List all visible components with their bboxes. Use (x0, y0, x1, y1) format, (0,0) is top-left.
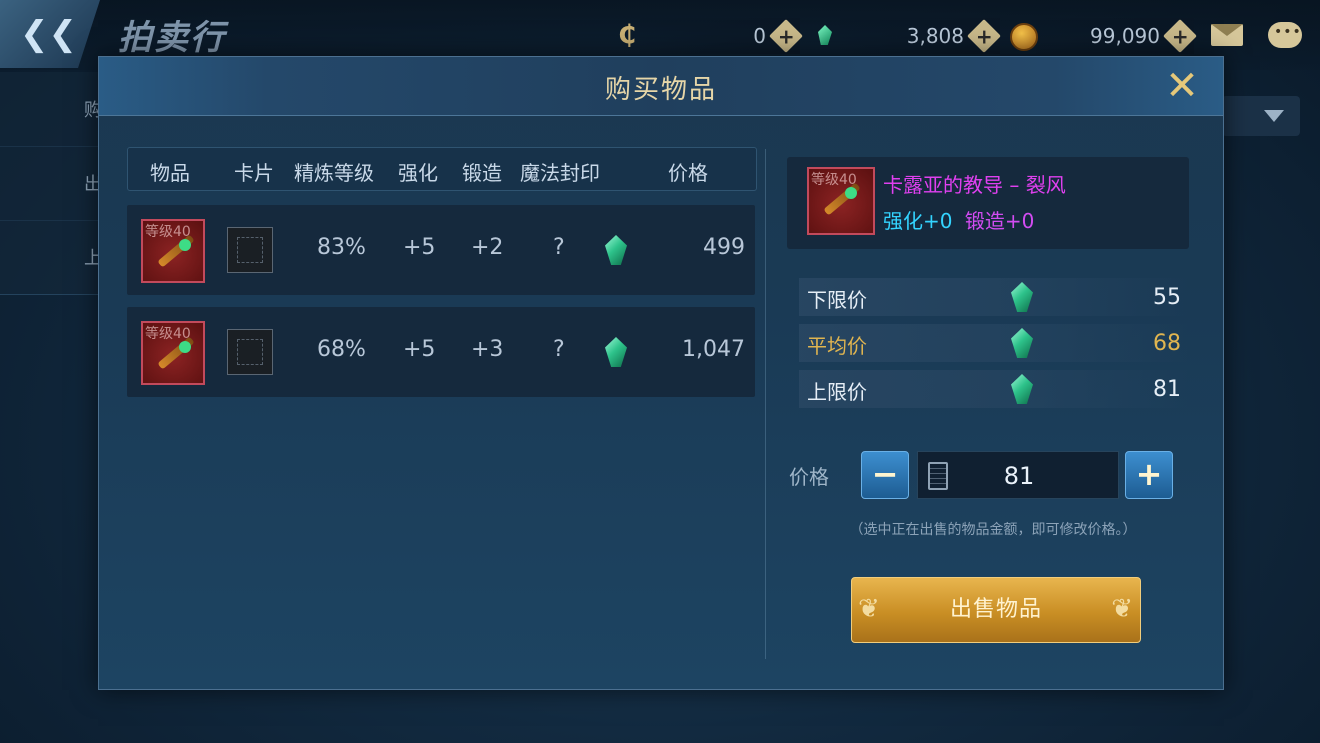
currency-value: 3,808 (906, 24, 964, 48)
gold-coin-icon (1010, 23, 1038, 51)
decrease-price-button[interactable]: − (861, 451, 909, 499)
column-header: 物品 (150, 161, 190, 185)
selected-item-stats: 强化+0 锻造+0 (883, 205, 1034, 234)
forge-value: +2 (471, 235, 504, 260)
min-price-label: 下限价 (807, 288, 867, 312)
increase-price-button[interactable]: + (1125, 451, 1173, 499)
ornament-icon: ❦ (858, 594, 881, 624)
side-tab-sell[interactable]: 出 (0, 146, 102, 221)
enhance-stat: 强化+0 (883, 209, 953, 233)
column-header: 精炼等级 (294, 161, 374, 185)
column-header: 卡片 (234, 161, 274, 185)
currency-2: 99,090 + (1060, 18, 1197, 54)
table-row[interactable]: 等级40 68% +5 +3 ? 1,047 (127, 307, 755, 397)
currency-0: 0 + (700, 18, 803, 54)
price-value: 499 (703, 235, 745, 260)
buy-item-dialog: 购买物品 ✕ 物品 卡片 精炼等级 强化 锻造 魔法封印 价格 等级40 83%… (98, 56, 1224, 690)
currency-value: 0 (753, 24, 766, 48)
c-currency-icon: ₵ (618, 20, 637, 50)
mail-icon[interactable] (1211, 24, 1243, 46)
refine-level: 83% (317, 235, 366, 260)
staff-item-icon: 等级40 (141, 219, 205, 283)
price-hint: （选中正在出售的物品金额，即可修改价格。） (849, 522, 1137, 538)
selected-item-name: 卡露亚的教导 – 裂风 (883, 173, 1066, 197)
enhance-value: +5 (403, 337, 436, 362)
plus-icon: + (777, 23, 795, 48)
green-gem-icon (1011, 374, 1033, 404)
chat-icon[interactable] (1268, 22, 1302, 48)
magic-seal-value: ? (553, 337, 565, 362)
column-header: 强化 (398, 161, 438, 185)
column-header: 魔法封印 (520, 161, 600, 185)
staff-item-icon: 等级40 (807, 167, 875, 235)
dialog-header: 购买物品 ✕ (99, 57, 1223, 116)
price-label: 价格 (789, 465, 829, 489)
currency-value: 99,090 (1090, 24, 1160, 48)
green-gem-icon (1011, 328, 1033, 358)
ornament-icon: ❦ (1111, 594, 1134, 624)
price-value: 1,047 (682, 337, 745, 362)
avg-price-label: 平均价 (807, 334, 867, 358)
plus-icon: + (975, 23, 993, 48)
back-arrow-icon: ❮❮ (20, 14, 77, 54)
column-header: 锻造 (462, 161, 502, 185)
staff-item-icon: 等级40 (141, 321, 205, 385)
sell-button-label: 出售物品 (949, 597, 1042, 622)
magic-seal-value: ? (553, 235, 565, 260)
max-price-label: 上限价 (807, 380, 867, 404)
green-gem-icon (818, 25, 832, 45)
max-price-value: 81 (1153, 377, 1181, 402)
avg-price-row: 平均价 68 (799, 324, 1189, 362)
side-tab-listed[interactable]: 上 (0, 220, 102, 295)
add-currency-button[interactable]: + (967, 19, 1001, 53)
dialog-title: 购买物品 (604, 75, 717, 105)
selected-item-panel: 等级40 卡露亚的教导 – 裂风 强化+0 锻造+0 (787, 157, 1189, 249)
page-title: 拍卖行 (118, 18, 226, 58)
green-gem-icon (1011, 282, 1033, 312)
add-currency-button[interactable]: + (769, 19, 803, 53)
card-slot-icon (227, 329, 273, 375)
add-currency-button[interactable]: + (1163, 19, 1197, 53)
close-icon[interactable]: ✕ (1163, 66, 1201, 106)
sell-item-button[interactable]: ❦ 出售物品 ❦ (851, 577, 1141, 643)
max-price-row: 上限价 81 (799, 370, 1189, 408)
price-input[interactable]: 81 (917, 451, 1119, 499)
column-header: 价格 (668, 161, 708, 185)
green-gem-icon (605, 235, 627, 265)
forge-stat: 锻造+0 (964, 209, 1035, 233)
table-header: 物品 卡片 精炼等级 强化 锻造 魔法封印 价格 (127, 147, 757, 191)
plus-icon: + (1171, 23, 1189, 48)
filter-dropdown[interactable] (1222, 96, 1300, 136)
min-price-row: 下限价 55 (799, 278, 1189, 316)
enhance-value: +5 (403, 235, 436, 260)
back-button[interactable]: ❮❮ (0, 0, 100, 68)
min-price-value: 55 (1153, 285, 1181, 310)
side-tab-buy[interactable]: 购 (0, 72, 102, 147)
price-input-value: 81 (1003, 462, 1035, 490)
forge-value: +3 (471, 337, 504, 362)
table-row[interactable]: 等级40 83% +5 +2 ? 499 (127, 205, 755, 295)
panel-divider (765, 149, 766, 659)
refine-level: 68% (317, 337, 366, 362)
green-gem-icon (605, 337, 627, 367)
currency-1: 3,808 + (860, 18, 1001, 54)
avg-price-value: 68 (1153, 331, 1181, 356)
card-slot-icon (227, 227, 273, 273)
